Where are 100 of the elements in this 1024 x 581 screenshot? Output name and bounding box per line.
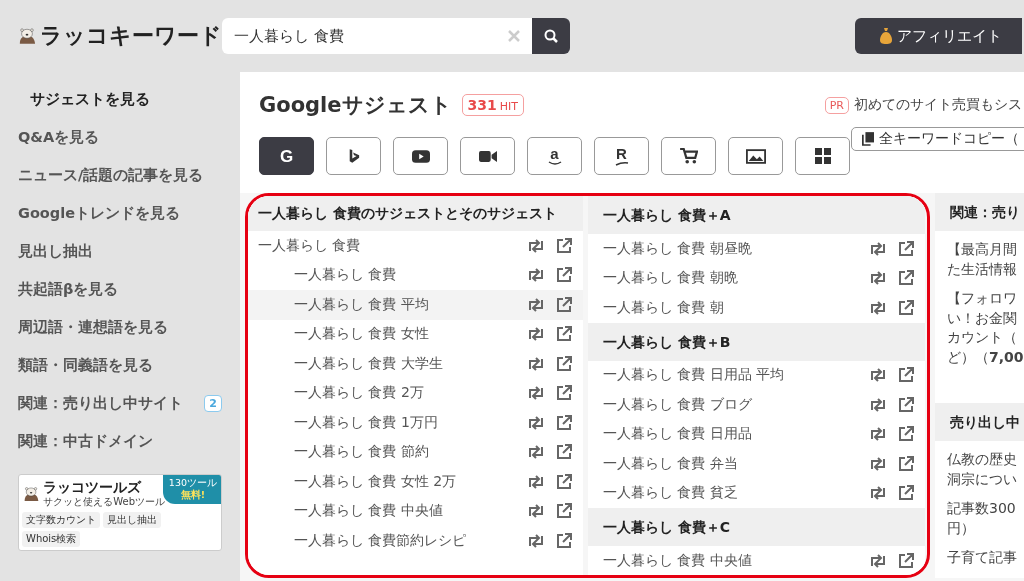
suggestion-row[interactable]: 一人暮らし 食費節約レシピ [248, 526, 583, 556]
external-link-icon[interactable] [898, 426, 914, 443]
suggestion-row[interactable]: 一人暮らし 食費 朝 [588, 293, 925, 323]
listing-text[interactable]: 記事数300 円） [947, 499, 1024, 538]
external-link-icon[interactable] [898, 240, 914, 257]
swoosh-icon [614, 161, 629, 166]
source-tab[interactable] [661, 137, 716, 175]
external-link-icon[interactable] [898, 455, 914, 472]
suggestion-text: 一人暮らし 食費 平均 [294, 295, 430, 314]
repeat-icon[interactable] [869, 368, 887, 383]
column-heading: 一人暮らし 食費のサジェストとそのサジェスト [248, 196, 583, 231]
suggestion-row[interactable]: 一人暮らし 食費 朝昼晩 [588, 234, 925, 264]
repeat-icon[interactable] [869, 553, 887, 568]
source-tab[interactable] [460, 137, 515, 175]
search-icon [544, 29, 558, 43]
external-link-icon[interactable] [898, 552, 914, 569]
repeat-icon[interactable] [527, 445, 545, 460]
repeat-icon[interactable] [527, 327, 545, 342]
suggestion-row[interactable]: 一人暮らし 食費 節約 [248, 437, 583, 467]
suggestion-row[interactable]: 一人暮らし 食費 中央値 [248, 496, 583, 526]
source-tab[interactable] [795, 137, 850, 175]
suggestion-row[interactable]: 一人暮らし 食費 女性 [248, 319, 583, 349]
suggestion-row[interactable]: 一人暮らし 食費 [248, 231, 583, 261]
repeat-icon[interactable] [527, 297, 545, 312]
suggestion-row[interactable]: 一人暮らし 食費 日用品 [588, 419, 925, 449]
sidebar-item[interactable]: サジェストを見る [0, 80, 240, 118]
repeat-icon[interactable] [527, 415, 545, 430]
play-icon [411, 149, 430, 163]
sidebar-item-label: 共起語βを見る [18, 279, 119, 299]
source-tab[interactable] [393, 137, 448, 175]
sidebar-item[interactable]: 関連：中古ドメイン [0, 422, 240, 460]
suggestion-row[interactable]: 一人暮らし 食費 [248, 260, 583, 290]
suggestion-text: 一人暮らし 食費 朝 [603, 298, 725, 317]
source-tab[interactable]: G [259, 137, 314, 175]
affiliate-button[interactable]: アフィリエイト [855, 18, 1022, 54]
sidebar-item[interactable]: 関連：売り出し中サイト 2 [0, 384, 240, 422]
search-field[interactable]: 一人暮らし 食費 [222, 18, 532, 54]
listing-text[interactable]: 子育て記事 [947, 548, 1024, 568]
repeat-icon[interactable] [869, 241, 887, 256]
sidebar-item[interactable]: 見出し抽出 [0, 232, 240, 270]
external-link-icon[interactable] [556, 503, 572, 520]
external-link-icon[interactable] [898, 367, 914, 384]
repeat-icon[interactable] [869, 300, 887, 315]
repeat-icon[interactable] [869, 427, 887, 442]
suggestion-row[interactable]: 一人暮らし 食費 平均 [248, 290, 583, 320]
repeat-icon[interactable] [869, 486, 887, 501]
repeat-icon[interactable] [527, 386, 545, 401]
repeat-icon[interactable] [527, 356, 545, 371]
external-link-icon[interactable] [556, 473, 572, 490]
external-link-icon[interactable] [556, 326, 572, 343]
sidebar-item[interactable]: 類語・同義語を見る [0, 346, 240, 384]
source-tab[interactable] [728, 137, 783, 175]
sidebar-item-label: 関連：売り出し中サイト [18, 393, 183, 413]
search-button[interactable] [532, 18, 570, 54]
external-link-icon[interactable] [556, 355, 572, 372]
external-link-icon[interactable] [556, 296, 572, 313]
suggestion-text: 一人暮らし 食費 日用品 平均 [603, 366, 786, 385]
external-link-icon[interactable] [556, 414, 572, 431]
external-link-icon[interactable] [898, 396, 914, 413]
sidebar-item[interactable]: ニュース/話題の記事を見る [0, 156, 240, 194]
repeat-icon[interactable] [869, 397, 887, 412]
external-link-icon[interactable] [556, 385, 572, 402]
external-link-icon[interactable] [556, 267, 572, 284]
repeat-icon[interactable] [527, 504, 545, 519]
suggestion-row[interactable]: 一人暮らし 食費 中央値 [588, 546, 925, 575]
repeat-icon[interactable] [527, 268, 545, 283]
repeat-icon[interactable] [869, 456, 887, 471]
listing-text[interactable]: 【最高月間 た生活情報 [947, 240, 1024, 279]
suggestion-row[interactable]: 一人暮らし 食費 ブログ [588, 390, 925, 420]
external-link-icon[interactable] [556, 444, 572, 461]
external-link-icon[interactable] [898, 299, 914, 316]
sidebar-item[interactable]: 共起語βを見る [0, 270, 240, 308]
source-tab[interactable] [326, 137, 381, 175]
external-link-icon[interactable] [556, 237, 572, 254]
suggestion-row[interactable]: 一人暮らし 食費 弁当 [588, 449, 925, 479]
suggestion-text: 一人暮らし 食費 朝昼晩 [603, 239, 753, 258]
suggestion-row[interactable]: 一人暮らし 食費 1万円 [248, 408, 583, 438]
group-heading: 一人暮らし 食費＋B [588, 322, 925, 361]
pr-link[interactable]: 初めてのサイト売買もシス [854, 96, 1022, 114]
copy-all-button[interactable]: 全キーワードコピー（ [851, 127, 1024, 151]
repeat-icon[interactable] [869, 271, 887, 286]
suggestion-row[interactable]: 一人暮らし 食費 女性 2万 [248, 467, 583, 497]
external-link-icon[interactable] [556, 532, 572, 549]
source-tab[interactable]: R [594, 137, 649, 175]
repeat-icon[interactable] [527, 533, 545, 548]
sidebar-item[interactable]: Googleトレンドを見る [0, 194, 240, 232]
external-link-icon[interactable] [898, 485, 914, 502]
sidebar-item[interactable]: 周辺語・連想語を見る [0, 308, 240, 346]
source-tab[interactable]: a [527, 137, 582, 175]
listing-text[interactable]: 【フォロワ い！お金関 カウント（ ど）（7,00 [947, 289, 1024, 367]
suggestion-row[interactable]: 一人暮らし 食費 朝晩 [588, 263, 925, 293]
suggestion-row[interactable]: 一人暮らし 食費 日用品 平均 [588, 360, 925, 390]
sidebar-item[interactable]: Q&Aを見る [0, 118, 240, 156]
listing-text[interactable]: 仏教の歴史 洞宗につい [947, 450, 1024, 489]
suggestion-row[interactable]: 一人暮らし 食費 2万 [248, 378, 583, 408]
external-link-icon[interactable] [898, 270, 914, 287]
repeat-icon[interactable] [527, 474, 545, 489]
repeat-icon[interactable] [527, 238, 545, 253]
suggestion-row[interactable]: 一人暮らし 食費 貧乏 [588, 478, 925, 508]
suggestion-row[interactable]: 一人暮らし 食費 大学生 [248, 349, 583, 379]
